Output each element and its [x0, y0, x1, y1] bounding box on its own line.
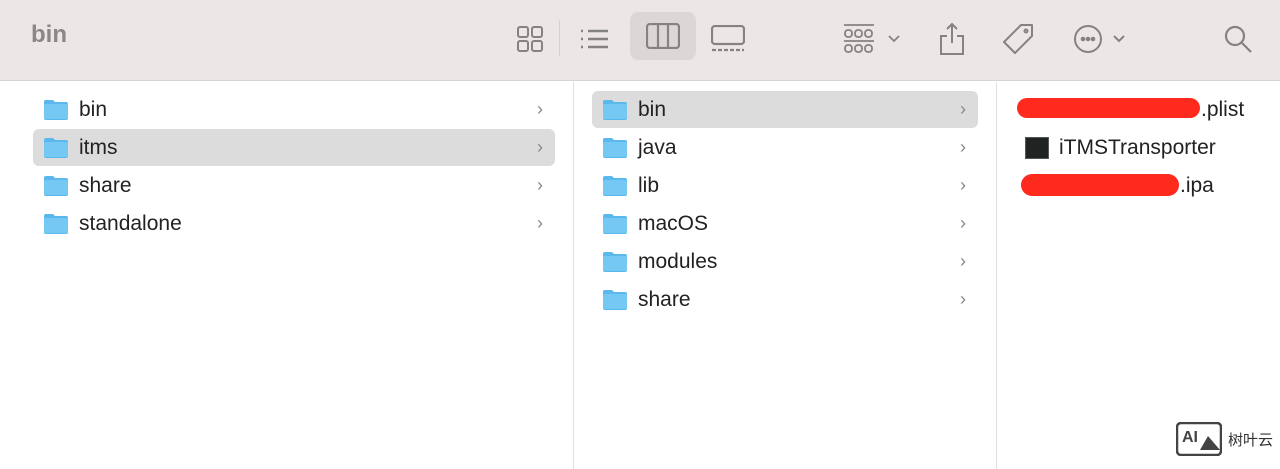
folder-icon — [44, 100, 68, 120]
redaction-mark — [1021, 174, 1179, 196]
chevron-right-icon: › — [537, 137, 543, 157]
folder-row-share[interactable]: share › — [33, 167, 555, 204]
folder-row-itms[interactable]: itms › — [33, 129, 555, 166]
folder-icon — [603, 100, 627, 120]
column-3: .plist iTMSTransporter .ipa — [997, 82, 1280, 469]
watermark-logo-icon: AI — [1176, 422, 1222, 456]
folder-row-lib[interactable]: lib › — [592, 167, 978, 204]
file-row-itmstransporter[interactable]: iTMSTransporter — [1025, 129, 1216, 166]
share-icon[interactable] — [932, 18, 972, 60]
terminal-exec-icon — [1025, 136, 1049, 159]
folder-row-bin[interactable]: bin › — [33, 91, 555, 128]
svg-text:AI: AI — [1182, 429, 1198, 446]
item-label: standalone — [79, 211, 182, 235]
item-label: share — [79, 173, 132, 197]
file-row-plist[interactable]: .plist — [1201, 91, 1244, 128]
column-view-icon[interactable] — [630, 12, 696, 60]
column-2: bin › java › lib › macOS › modules › share › — [574, 82, 997, 469]
chevron-right-icon: › — [960, 137, 966, 157]
list-view-icon[interactable] — [572, 18, 616, 60]
item-label: macOS — [638, 211, 709, 235]
item-label: .ipa — [1180, 173, 1214, 197]
item-label: share — [638, 287, 691, 311]
chevron-right-icon: › — [537, 99, 543, 119]
toolbar-divider — [559, 20, 560, 56]
item-label: itms — [79, 135, 118, 159]
folder-icon — [44, 138, 68, 158]
folder-icon — [603, 176, 627, 196]
column-1: bin › itms › share › standalone › — [0, 82, 574, 469]
folder-icon — [603, 138, 627, 158]
folder-row-share[interactable]: share › — [592, 281, 978, 318]
grid-view-icon[interactable] — [510, 18, 550, 60]
toolbar: bin — [0, 0, 1280, 81]
file-row-ipa[interactable]: .ipa — [1180, 167, 1214, 204]
folder-row-standalone[interactable]: standalone › — [33, 205, 555, 242]
folder-icon — [44, 176, 68, 196]
watermark: AI 树叶云 — [1176, 422, 1273, 456]
item-label: modules — [638, 249, 718, 273]
chevron-right-icon: › — [960, 175, 966, 195]
chevron-right-icon: › — [960, 251, 966, 271]
chevron-right-icon: › — [960, 213, 966, 233]
more-icon[interactable] — [1070, 18, 1134, 60]
folder-icon — [603, 290, 627, 310]
window-title: bin — [31, 21, 67, 48]
item-label: bin — [638, 97, 667, 121]
chevron-right-icon: › — [960, 289, 966, 309]
item-label: lib — [638, 173, 660, 197]
item-label: bin — [79, 97, 108, 121]
item-label: java — [638, 135, 677, 159]
folder-row-macos[interactable]: macOS › — [592, 205, 978, 242]
folder-icon — [44, 214, 68, 234]
folder-icon — [603, 214, 627, 234]
search-icon[interactable] — [1218, 18, 1258, 60]
folder-icon — [603, 252, 627, 272]
folder-row-java[interactable]: java › — [592, 129, 978, 166]
chevron-right-icon: › — [960, 99, 966, 119]
folder-row-modules[interactable]: modules › — [592, 243, 978, 280]
group-icon[interactable] — [840, 18, 904, 60]
item-label: iTMSTransporter — [1059, 135, 1216, 159]
gallery-view-icon[interactable] — [706, 18, 750, 60]
chevron-right-icon: › — [537, 175, 543, 195]
item-label: .plist — [1201, 97, 1245, 121]
tag-icon[interactable] — [998, 18, 1038, 60]
chevron-right-icon: › — [537, 213, 543, 233]
folder-row-bin[interactable]: bin › — [592, 91, 978, 128]
watermark-brand: 树叶云 — [1228, 430, 1274, 449]
redaction-mark — [1017, 98, 1200, 118]
